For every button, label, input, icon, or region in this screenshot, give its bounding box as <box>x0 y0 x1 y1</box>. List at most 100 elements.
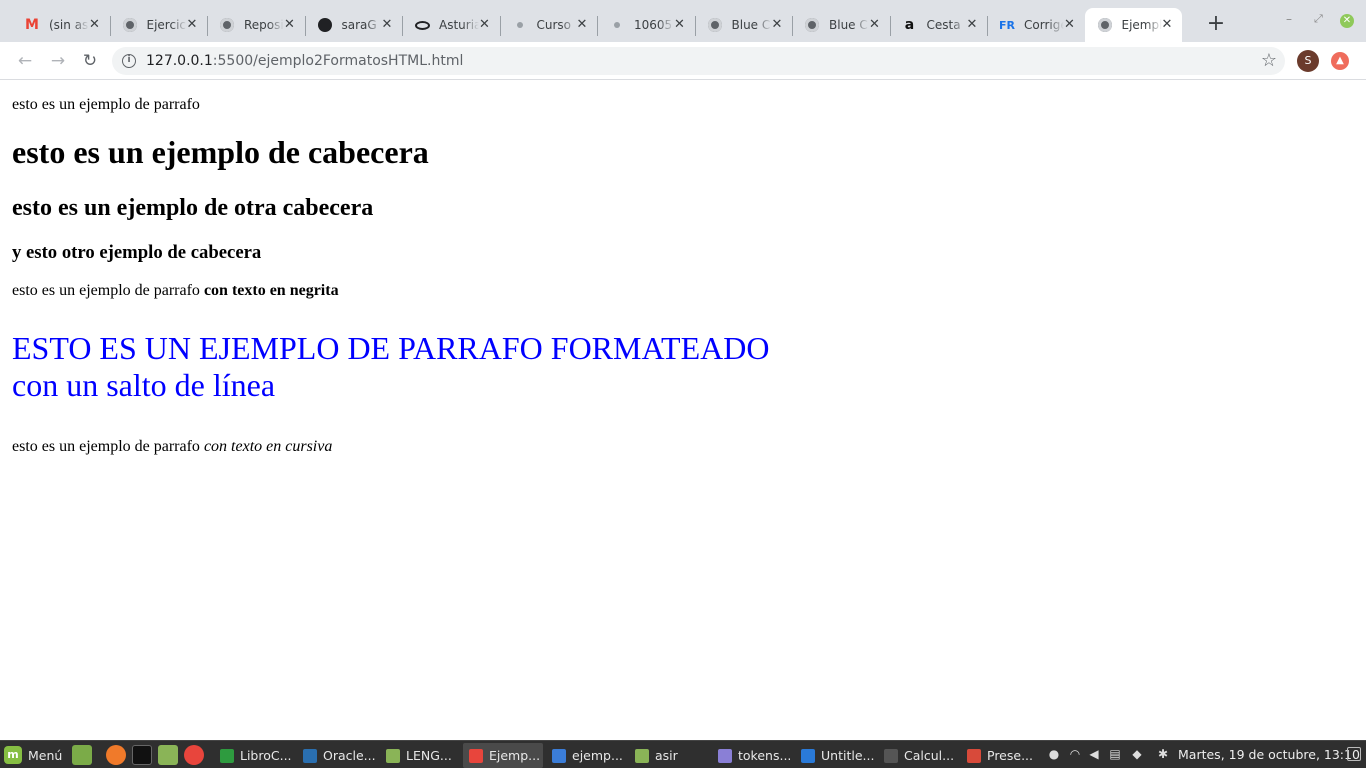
tab-close-icon[interactable]: ✕ <box>380 18 394 32</box>
globe-icon <box>219 17 235 33</box>
folder-icon <box>386 748 400 763</box>
paragraph-italic: esto es un ejemplo de parrafo con texto … <box>12 438 332 456</box>
user-icon[interactable]: ● <box>1047 747 1061 761</box>
show-desktop-launcher-icon[interactable] <box>72 745 92 765</box>
taskbar-window-button[interactable]: asir <box>629 743 709 768</box>
taskbar-window-button[interactable]: Prese... <box>961 743 1041 768</box>
browser-tab[interactable]: Asturias✕ <box>402 8 500 42</box>
taskbar-window-button[interactable]: LENG... <box>380 743 460 768</box>
writer-icon <box>801 748 815 763</box>
maximize-icon[interactable]: ⤢ <box>1314 12 1323 26</box>
clipboard-icon[interactable]: ▤ <box>1108 747 1122 761</box>
bluetooth-icon[interactable]: ✱ <box>1156 747 1170 761</box>
heading-2: esto es un ejemplo de otra cabecera <box>12 195 374 221</box>
browser-tab[interactable]: M (sin asunto)✕ <box>12 8 110 42</box>
loading-dot-icon <box>609 17 625 33</box>
tab-close-icon[interactable]: ✕ <box>283 18 297 32</box>
taskbar: m Menú LibroC... Oracle... LENG... Ejemp...… <box>0 740 1366 768</box>
taskbar-window-button[interactable]: ejemp... <box>546 743 626 768</box>
bookmark-star-icon[interactable]: ☆ <box>1261 50 1277 71</box>
tab-close-icon[interactable]: ✕ <box>1160 18 1174 32</box>
globe-icon <box>707 17 723 33</box>
profile-avatar[interactable]: S <box>1297 50 1319 72</box>
taskbar-window-label: Calcul... <box>904 748 955 763</box>
taskbar-window-button[interactable]: Calcul... <box>878 743 958 768</box>
firefox-launcher-icon[interactable] <box>106 745 126 765</box>
files-launcher-icon[interactable] <box>158 745 178 765</box>
tab-title: Asturias <box>439 18 479 32</box>
taskbar-window-label: tokens... <box>738 748 792 763</box>
browser-tab[interactable]: 10605 ✕ <box>597 8 695 42</box>
taskbar-window-label: LibroC... <box>240 748 292 763</box>
tab-close-icon[interactable]: ✕ <box>1063 18 1077 32</box>
calc-icon <box>220 748 234 763</box>
tab-close-icon[interactable]: ✕ <box>88 18 102 32</box>
chrome-launcher-icon[interactable] <box>184 745 204 765</box>
tab-close-icon[interactable]: ✕ <box>965 18 979 32</box>
browser-tab[interactable]: Blue C ✕ <box>695 8 793 42</box>
browser-toolbar: ← → ↻ i 127.0.0.1:5500/ejemplo2FormatosH… <box>0 42 1366 80</box>
browser-tab[interactable]: FR Corrige ✕ <box>987 8 1085 42</box>
eye-icon <box>414 17 430 33</box>
tab-close-icon[interactable]: ✕ <box>185 18 199 32</box>
terminal-launcher-icon[interactable] <box>132 745 152 765</box>
tab-title: (sin asunto) <box>49 18 89 32</box>
shield-icon[interactable]: ◆ <box>1130 747 1144 761</box>
browser-tab[interactable]: Blue C ✕ <box>792 8 890 42</box>
browser-tab[interactable]: saraG ✕ <box>305 8 403 42</box>
tab-title: Repositorio <box>244 18 284 32</box>
taskbar-window-label: LENG... <box>406 748 452 763</box>
tab-close-icon[interactable]: ✕ <box>868 18 882 32</box>
taskbar-window-button[interactable]: Oracle... <box>297 743 377 768</box>
new-tab-button[interactable]: + <box>1205 13 1227 36</box>
start-menu-button[interactable]: m Menú <box>4 743 62 767</box>
tab-title: Curso <box>536 18 572 32</box>
paragraph-formatted: ESTO ES UN EJEMPLO DE PARRAFO FORMATEADO… <box>12 330 769 404</box>
extension-icon[interactable]: ▲ <box>1331 52 1349 70</box>
taskbar-window-button[interactable]: tokens... <box>712 743 792 768</box>
info-icon[interactable]: i <box>122 54 136 68</box>
tab-close-icon[interactable]: ✕ <box>770 18 784 32</box>
text-icon <box>718 748 732 763</box>
tab-title: 10605 <box>634 18 673 32</box>
tab-strip: M(sin asunto)✕Ejercicios✕Repositorio✕sar… <box>0 0 1366 42</box>
taskbar-window-label: Untitle... <box>821 748 875 763</box>
clock[interactable]: Martes, 19 de octubre, 13:10 <box>1178 747 1360 762</box>
back-button[interactable]: ← <box>15 51 35 71</box>
browser-tab[interactable]: a Cesta ✕ <box>890 8 988 42</box>
browser-tab[interactable]: Repositorio✕ <box>207 8 305 42</box>
volume-icon[interactable]: ◀ <box>1087 747 1101 761</box>
tab-close-icon[interactable]: ✕ <box>575 18 589 32</box>
browser-tab[interactable]: Curso ✕ <box>500 8 598 42</box>
folder-icon <box>635 748 649 763</box>
close-window-icon[interactable]: ✕ <box>1340 14 1354 28</box>
taskbar-window-button[interactable]: LibroC... <box>214 743 294 768</box>
tab-title: saraG <box>341 18 377 32</box>
browser-tab[interactable]: Ejemplo✕ <box>1084 8 1182 42</box>
tab-title: Blue C <box>731 18 771 32</box>
forward-button[interactable]: → <box>48 51 68 71</box>
taskbar-window-label: Prese... <box>987 748 1033 763</box>
taskbar-window-button[interactable]: Ejemp... <box>463 743 543 768</box>
reload-button[interactable]: ↻ <box>80 51 100 71</box>
tab-close-icon[interactable]: ✕ <box>478 18 492 32</box>
globe-icon <box>122 17 138 33</box>
taskbar-window-button[interactable]: Untitle... <box>795 743 875 768</box>
page-content: esto es un ejemplo de parrafo esto es un… <box>0 81 1366 738</box>
url-path: :5500/ejemplo2FormatosHTML.html <box>212 53 464 69</box>
browser-tab[interactable]: Ejercicios✕ <box>110 8 208 42</box>
globe-icon <box>804 17 820 33</box>
url-text[interactable]: 127.0.0.1:5500/ejemplo2FormatosHTML.html <box>146 53 463 69</box>
menu-label: Menú <box>28 747 63 763</box>
heading-1: esto es un ejemplo de cabecera <box>12 134 429 170</box>
paragraph-italic-plain: esto es un ejemplo de parrafo <box>12 438 204 455</box>
fr-icon: FR <box>999 18 1015 32</box>
mint-logo-icon: m <box>4 746 22 764</box>
taskbar-window-label: Oracle... <box>323 748 376 763</box>
minimize-icon[interactable]: – <box>1286 12 1292 26</box>
show-desktop-icon[interactable] <box>1347 747 1361 761</box>
taskbar-window-label: asir <box>655 748 678 763</box>
wifi-icon[interactable]: ◠ <box>1068 747 1082 761</box>
tab-close-icon[interactable]: ✕ <box>673 18 687 32</box>
address-bar[interactable]: i 127.0.0.1:5500/ejemplo2FormatosHTML.ht… <box>112 47 1285 75</box>
